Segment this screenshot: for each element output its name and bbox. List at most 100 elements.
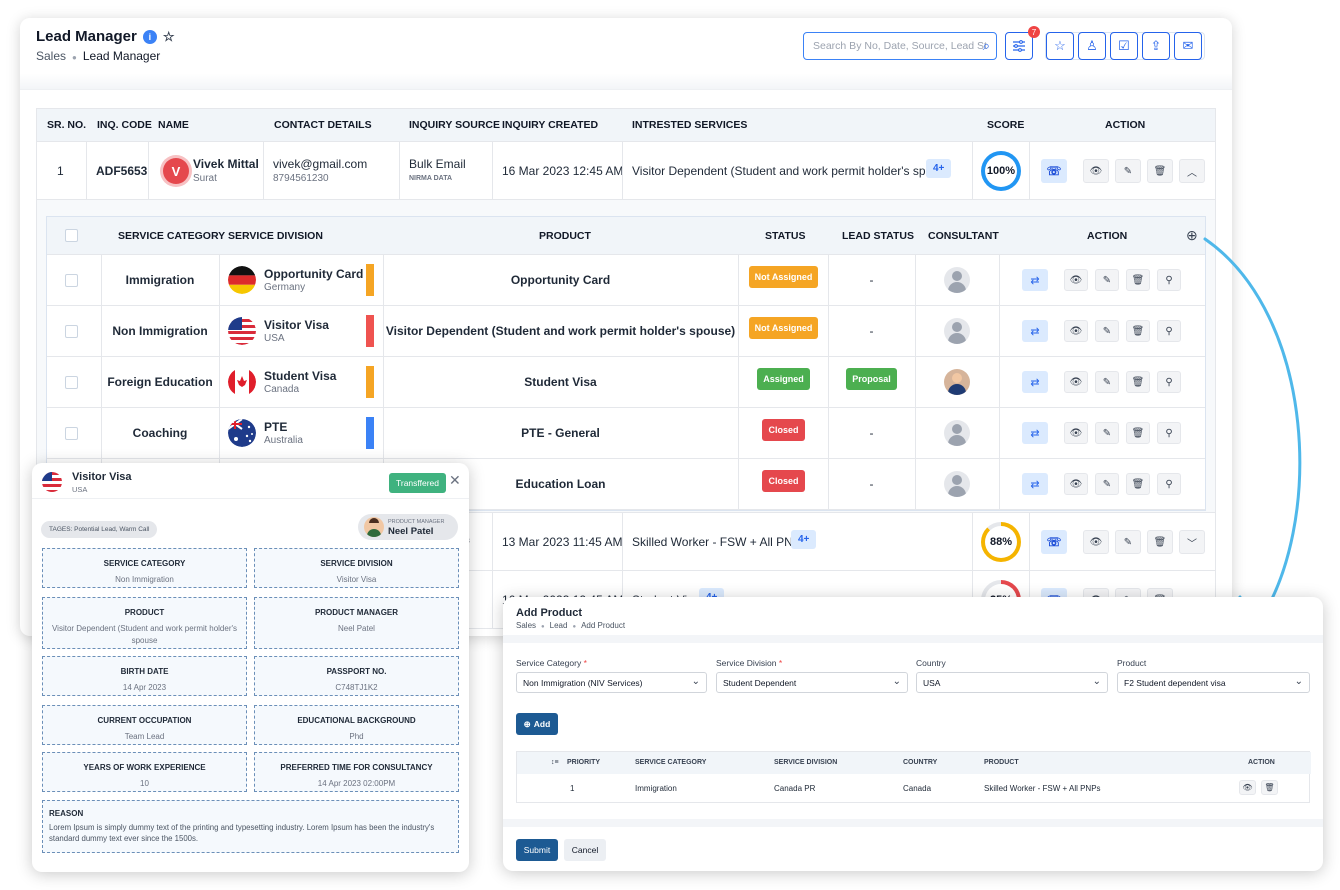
row-checkbox[interactable] xyxy=(65,325,78,338)
product-select[interactable]: F2 Student dependent visa ⌄ xyxy=(1117,672,1310,693)
edit-button[interactable]: ✎ xyxy=(1115,159,1141,183)
export-button[interactable]: ⇪ xyxy=(1142,32,1170,60)
product-label: Product xyxy=(1117,658,1147,668)
mail-button[interactable]: ✉ xyxy=(1174,32,1202,60)
delete-button[interactable]: 🗑 xyxy=(1126,422,1150,444)
visitor-visa-panel: Visitor Visa USA Transffered ✕ TAGES: Po… xyxy=(32,463,469,872)
service-category: Non Immigration xyxy=(112,324,208,338)
lead-email[interactable]: vivek@gmail.com xyxy=(273,157,367,171)
delete-button[interactable]: 🗑 xyxy=(1126,320,1150,342)
row-checkbox[interactable] xyxy=(65,274,78,287)
edit-button[interactable]: ✎ xyxy=(1095,269,1119,291)
info-icon[interactable]: i xyxy=(142,29,157,44)
subtable-row[interactable]: Foreign Education Student Visa Canada St… xyxy=(47,357,1205,408)
pm-name: Neel Patel xyxy=(388,526,434,537)
add-button[interactable]: ⊕ Add xyxy=(516,713,558,735)
view-button[interactable]: 👁 xyxy=(1064,269,1088,291)
subtable-row[interactable]: Non Immigration Visitor Visa USA Visitor… xyxy=(47,306,1205,357)
delete-button[interactable]: 🗑 xyxy=(1126,269,1150,291)
lead-status-text: - xyxy=(869,273,874,287)
collapse-button[interactable]: ︿ xyxy=(1179,159,1205,183)
delete-button[interactable]: 🗑 xyxy=(1261,780,1278,795)
detail-field: PRODUCT MANAGER Neel Patel xyxy=(254,597,459,649)
mail-icon: ✉ xyxy=(1182,38,1194,53)
transfer-button[interactable]: ⇄ xyxy=(1022,473,1048,495)
score-ring: 100% xyxy=(981,151,1021,191)
call-button[interactable]: ☏ xyxy=(1041,530,1067,554)
assign-button[interactable]: ⚲ xyxy=(1157,473,1181,495)
lead-row[interactable]: 1 ADF5653 V Vivek Mittal Surat vivek@gma… xyxy=(36,142,1216,200)
assign-button[interactable]: ⚲ xyxy=(1157,320,1181,342)
row-checkbox[interactable] xyxy=(65,376,78,389)
service-division-select[interactable]: Student Dependent ⌄ xyxy=(716,672,908,693)
view-button[interactable]: 👁 xyxy=(1064,320,1088,342)
reason-box: REASON Lorem Ipsum is simply dummy text … xyxy=(42,800,459,853)
edit-button[interactable]: ✎ xyxy=(1095,422,1119,444)
search-input[interactable]: Search By No, Date, Source, Lead St ⌕ xyxy=(803,32,997,60)
col-contact: CONTACT DETAILS xyxy=(274,119,372,131)
delete-button[interactable]: 🗑 xyxy=(1147,530,1173,554)
field-label: PASSPORT NO. xyxy=(326,667,387,676)
consultant-avatar[interactable] xyxy=(944,267,970,293)
col-service-category: SERVICE CATEGORY xyxy=(635,759,707,766)
product-table-header: ↕≡ PRIORITY SERVICE CATEGORY SERVICE DIV… xyxy=(517,752,1311,774)
submit-button[interactable]: Submit xyxy=(516,839,558,861)
user-button[interactable]: ♙ xyxy=(1078,32,1106,60)
select-all-checkbox[interactable] xyxy=(65,229,78,242)
checklist-button[interactable]: ☑ xyxy=(1110,32,1138,60)
more-services-chip[interactable]: 4+ xyxy=(926,159,952,178)
breadcrumb-lead[interactable]: Lead xyxy=(550,621,568,630)
chevron-down-icon: ⌄ xyxy=(1092,676,1101,687)
view-button[interactable]: 👁 xyxy=(1064,473,1088,495)
transfer-button[interactable]: ⇄ xyxy=(1022,371,1048,393)
delete-button[interactable]: 🗑 xyxy=(1126,371,1150,393)
consultant-avatar[interactable] xyxy=(944,420,970,446)
breadcrumb-current: Add Product xyxy=(581,621,626,630)
more-services-chip[interactable]: 4+ xyxy=(791,530,817,549)
col-product: PRODUCT xyxy=(539,230,591,242)
breadcrumb-sales[interactable]: Sales xyxy=(36,49,66,63)
lead-name[interactable]: Vivek Mittal xyxy=(193,157,259,171)
detail-field: PASSPORT NO. C748TJ1K2 xyxy=(254,656,459,696)
assign-button[interactable]: ⚲ xyxy=(1157,371,1181,393)
view-button[interactable]: 👁 xyxy=(1083,530,1109,554)
favorite-button[interactable]: ☆ xyxy=(1046,32,1074,60)
assign-button[interactable]: ⚲ xyxy=(1157,269,1181,291)
row-checkbox[interactable] xyxy=(65,427,78,440)
consultant-avatar[interactable] xyxy=(944,471,970,497)
field-value: 14 Apr 2023 02:00PM xyxy=(317,779,396,788)
transfer-button[interactable]: ⇄ xyxy=(1022,320,1048,342)
sort-icon[interactable]: ↕≡ xyxy=(551,759,559,766)
breadcrumb-sales[interactable]: Sales xyxy=(516,621,536,630)
table-row[interactable]: 1 Immigration Canada PR Canada Skilled W… xyxy=(517,774,1311,803)
consultant-avatar[interactable] xyxy=(944,369,970,395)
edit-button[interactable]: ✎ xyxy=(1095,371,1119,393)
edit-button[interactable]: ✎ xyxy=(1095,320,1119,342)
transfer-button[interactable]: ⇄ xyxy=(1022,269,1048,291)
inq-code[interactable]: ADF5653 xyxy=(96,164,147,178)
view-button[interactable]: 👁 xyxy=(1239,780,1256,795)
view-button[interactable]: 👁 xyxy=(1064,422,1088,444)
delete-button[interactable]: 🗑 xyxy=(1147,159,1173,183)
transfer-button[interactable]: ⇄ xyxy=(1022,422,1048,444)
edit-button[interactable]: ✎ xyxy=(1115,530,1141,554)
user-key-icon: ⚲ xyxy=(1165,478,1173,490)
consultant-avatar[interactable] xyxy=(944,318,970,344)
close-icon[interactable]: ✕ xyxy=(449,472,461,489)
search-icon[interactable]: ⌕ xyxy=(983,38,990,54)
call-button[interactable]: ☏ xyxy=(1041,159,1067,183)
delete-button[interactable]: 🗑 xyxy=(1126,473,1150,495)
view-button[interactable]: 👁 xyxy=(1064,371,1088,393)
country-select[interactable]: USA ⌄ xyxy=(916,672,1108,693)
reason-text: Lorem Ipsum is simply dummy text of the … xyxy=(49,823,435,843)
breadcrumb: Sales ● Lead Manager xyxy=(36,49,161,63)
service-category-select[interactable]: Non Immigration (NIV Services) ⌄ xyxy=(516,672,707,693)
pin-icon[interactable]: ☆ xyxy=(163,29,175,45)
subtable-row[interactable]: Immigration Opportunity Card Germany Opp… xyxy=(47,255,1205,306)
assign-button[interactable]: ⚲ xyxy=(1157,422,1181,444)
cancel-button[interactable]: Cancel xyxy=(564,839,606,861)
lead-status-text: - xyxy=(869,324,874,338)
subtable-row[interactable]: Coaching PTE Australia PTE - General Clo… xyxy=(47,408,1205,459)
view-button[interactable]: 👁 xyxy=(1083,159,1109,183)
edit-button[interactable]: ✎ xyxy=(1095,473,1119,495)
